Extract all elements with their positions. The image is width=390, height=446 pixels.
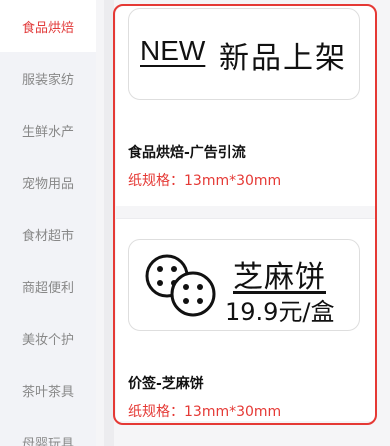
sidebar-item-baby-toys[interactable]: 母婴玩具: [0, 416, 96, 446]
sidebar-item-fresh-seafood[interactable]: 生鲜水产: [0, 104, 96, 156]
sidebar-item-tea[interactable]: 茶叶茶具: [0, 364, 96, 416]
category-sidebar: 食品烘焙 服装家纺 生鲜水产 宠物用品 食材超市 商超便利 美妆个护 茶叶茶具 …: [0, 0, 96, 446]
sidebar-item-beauty[interactable]: 美妆个护: [0, 312, 96, 364]
sidebar-item-grocery[interactable]: 食材超市: [0, 208, 96, 260]
sidebar-item-food-baking[interactable]: 食品烘焙: [0, 0, 96, 52]
sidebar-item-pet-supplies[interactable]: 宠物用品: [0, 156, 96, 208]
highlight-frame: [113, 4, 377, 425]
sidebar-item-convenience[interactable]: 商超便利: [0, 260, 96, 312]
sidebar-item-clothing[interactable]: 服装家纺: [0, 52, 96, 104]
